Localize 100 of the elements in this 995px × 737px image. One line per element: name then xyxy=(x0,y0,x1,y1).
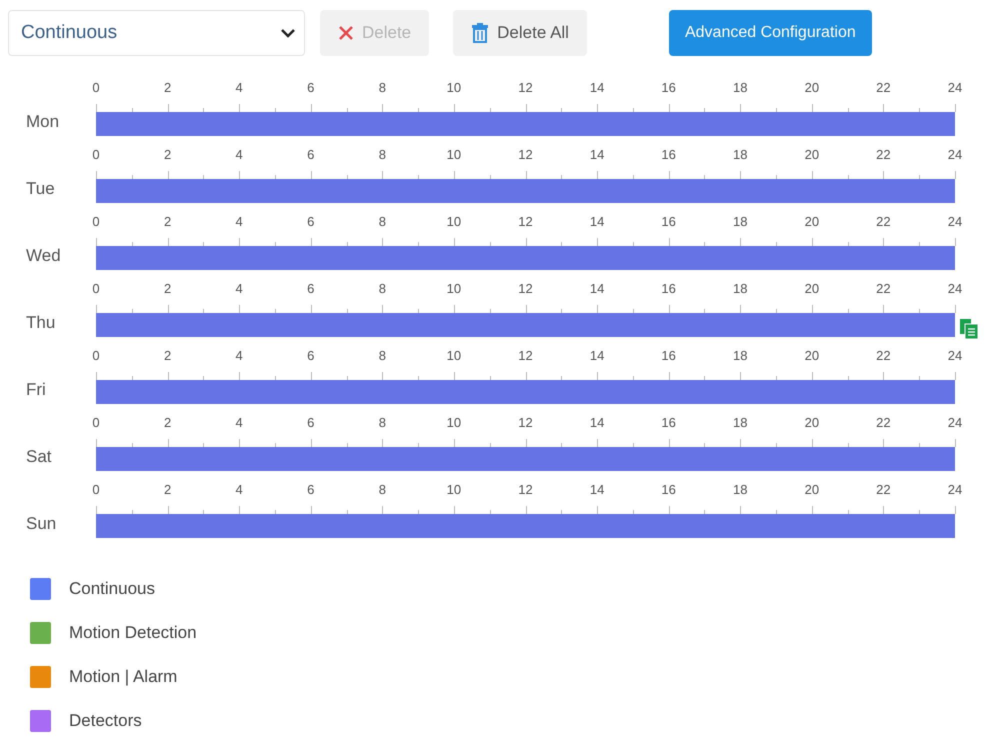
schedule-bar[interactable] xyxy=(96,514,955,538)
chevron-down-icon xyxy=(280,28,296,38)
hour-label: 2 xyxy=(164,80,172,95)
schedule-bar[interactable] xyxy=(96,179,955,203)
hour-label: 22 xyxy=(876,348,891,363)
hour-label: 22 xyxy=(876,482,891,497)
hour-label: 18 xyxy=(733,214,748,229)
hour-label: 20 xyxy=(804,482,820,497)
hour-label: 10 xyxy=(446,147,462,162)
hour-label: 14 xyxy=(590,281,604,296)
legend-label: Detectors xyxy=(69,711,142,731)
hour-label: 4 xyxy=(236,80,243,95)
hour-label: 2 xyxy=(164,281,172,296)
hour-label: 6 xyxy=(307,415,314,430)
hour-label: 8 xyxy=(378,147,386,162)
hour-label: 24 xyxy=(948,147,962,162)
hour-label: 22 xyxy=(876,281,891,296)
hour-label: 18 xyxy=(733,281,748,296)
day-label: Wed xyxy=(25,246,62,267)
hour-label: 12 xyxy=(518,147,533,162)
hour-label: 10 xyxy=(446,415,462,430)
hour-label: 8 xyxy=(378,80,386,95)
mode-select[interactable]: Continuous xyxy=(8,10,305,56)
advanced-configuration-button[interactable]: Advanced Configuration xyxy=(668,10,872,56)
hour-label: 0 xyxy=(92,281,100,296)
hour-label: 4 xyxy=(236,348,243,363)
hour-label: 0 xyxy=(92,147,100,162)
hour-label: 2 xyxy=(164,147,172,162)
hour-label: 12 xyxy=(518,281,533,296)
hour-label: 2 xyxy=(164,482,172,497)
hour-label: 6 xyxy=(307,80,314,95)
hour-label: 20 xyxy=(804,80,820,95)
hour-label: 22 xyxy=(876,415,891,430)
hour-label: 12 xyxy=(518,348,533,363)
hour-label: 4 xyxy=(236,281,243,296)
hour-label: 0 xyxy=(92,80,100,95)
day-label: Thu xyxy=(25,313,56,334)
hour-label: 4 xyxy=(236,415,243,430)
hour-label: 24 xyxy=(948,348,962,363)
hour-label: 14 xyxy=(590,348,604,363)
hour-label: 14 xyxy=(590,147,604,162)
schedule-bar[interactable] xyxy=(96,112,955,136)
hour-label: 8 xyxy=(378,214,386,229)
legend-label: Motion Detection xyxy=(69,623,197,643)
hour-label: 10 xyxy=(446,482,462,497)
hour-label: 22 xyxy=(876,80,891,95)
hour-label: 10 xyxy=(446,281,462,296)
hour-label: 14 xyxy=(590,482,604,497)
hour-label: 24 xyxy=(948,80,962,95)
hour-label: 12 xyxy=(518,415,533,430)
hour-label: 10 xyxy=(446,80,462,95)
hour-label: 20 xyxy=(804,281,820,296)
hour-label: 14 xyxy=(590,415,604,430)
hour-label: 12 xyxy=(518,80,533,95)
hour-label: 18 xyxy=(733,147,748,162)
day-label: Tue xyxy=(25,179,56,200)
hour-label: 18 xyxy=(733,415,748,430)
hour-label: 0 xyxy=(92,482,100,497)
hour-label: 6 xyxy=(307,147,314,162)
hour-label: 4 xyxy=(236,214,243,229)
hour-label: 12 xyxy=(518,482,533,497)
hour-label: 20 xyxy=(804,147,820,162)
hour-label: 8 xyxy=(378,281,386,296)
hour-label: 2 xyxy=(164,415,172,430)
day-label: Fri xyxy=(25,380,47,401)
hour-label: 16 xyxy=(661,348,676,363)
hour-label: 6 xyxy=(307,281,314,296)
hour-label: 6 xyxy=(307,214,314,229)
hour-label: 24 xyxy=(948,415,962,430)
schedule-bar[interactable] xyxy=(96,313,955,337)
copy-icon[interactable] xyxy=(960,319,978,339)
hour-label: 10 xyxy=(446,348,462,363)
hour-label: 20 xyxy=(804,214,820,229)
hour-label: 0 xyxy=(92,415,100,430)
hour-label: 18 xyxy=(733,348,748,363)
hour-label: 20 xyxy=(804,348,820,363)
delete-all-button[interactable]: Delete All xyxy=(453,10,587,56)
hour-label: 24 xyxy=(948,281,962,296)
hour-label: 14 xyxy=(590,214,604,229)
legend-label: Continuous xyxy=(69,579,156,599)
hour-label: 16 xyxy=(661,482,676,497)
hour-label: 2 xyxy=(164,348,172,363)
close-icon xyxy=(338,25,354,41)
trash-icon xyxy=(471,23,490,43)
schedule-bar[interactable] xyxy=(96,380,955,404)
hour-label: 16 xyxy=(661,281,676,296)
hour-label: 8 xyxy=(378,348,386,363)
hour-label: 10 xyxy=(446,214,462,229)
hour-label: 16 xyxy=(661,80,676,95)
schedule-bar[interactable] xyxy=(96,447,955,471)
hour-label: 18 xyxy=(733,80,748,95)
hour-label: 24 xyxy=(948,482,962,497)
hour-label: 8 xyxy=(378,415,386,430)
hour-label: 0 xyxy=(92,214,100,229)
hour-label: 8 xyxy=(378,482,386,497)
day-label: Sat xyxy=(25,447,53,468)
schedule-bar[interactable] xyxy=(96,246,955,270)
hour-label: 24 xyxy=(948,214,962,229)
hour-label: 16 xyxy=(661,147,676,162)
hour-label: 16 xyxy=(661,415,676,430)
